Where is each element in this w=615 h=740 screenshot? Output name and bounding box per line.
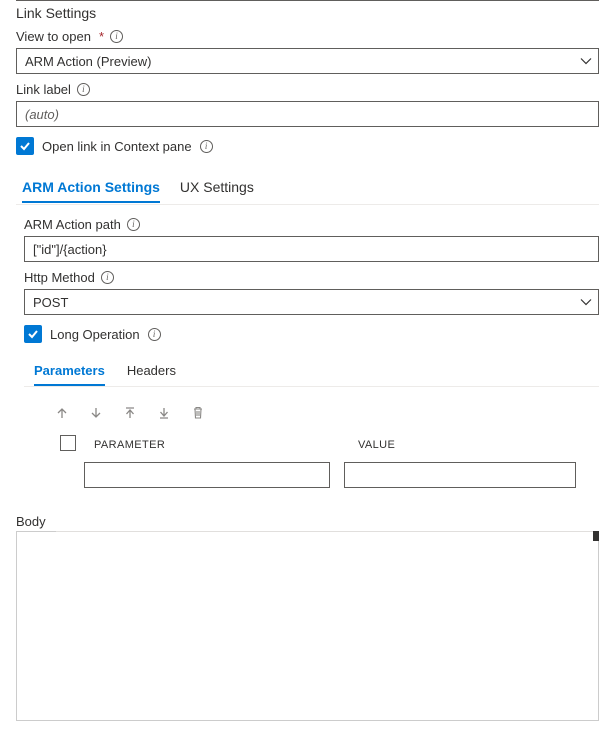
http-method-value[interactable]	[24, 289, 599, 315]
info-icon[interactable]: i	[101, 271, 114, 284]
open-context-checkbox[interactable]	[16, 137, 34, 155]
select-all-checkbox[interactable]	[60, 435, 76, 451]
move-bottom-icon[interactable]	[156, 405, 172, 421]
long-operation-checkbox[interactable]	[24, 325, 42, 343]
open-context-label: Open link in Context pane	[42, 139, 192, 154]
move-top-icon[interactable]	[122, 405, 138, 421]
column-header-parameter: PARAMETER	[94, 439, 344, 451]
arm-action-path-input[interactable]	[24, 236, 599, 262]
divider	[56, 531, 593, 532]
http-method-label: Http Method	[24, 270, 95, 285]
view-to-open-label: View to open	[16, 29, 91, 44]
arm-action-path-label: ARM Action path	[24, 217, 121, 232]
section-title: Link Settings	[16, 5, 599, 21]
subtab-headers[interactable]: Headers	[127, 357, 176, 386]
http-method-select[interactable]	[24, 289, 599, 315]
delete-icon[interactable]	[190, 405, 206, 421]
move-down-icon[interactable]	[88, 405, 104, 421]
table-row	[24, 462, 599, 488]
column-header-value: VALUE	[358, 439, 599, 451]
parameter-name-input[interactable]	[84, 462, 330, 488]
link-label-label: Link label	[16, 82, 71, 97]
required-asterisk: *	[99, 29, 104, 44]
tab-ux-settings[interactable]: UX Settings	[180, 173, 254, 203]
body-label: Body	[16, 514, 599, 529]
info-icon[interactable]: i	[110, 30, 123, 43]
move-up-icon[interactable]	[54, 405, 70, 421]
info-icon[interactable]: i	[200, 140, 213, 153]
tab-arm-action-settings[interactable]: ARM Action Settings	[22, 173, 160, 203]
view-to-open-value[interactable]	[16, 48, 599, 74]
link-label-input[interactable]	[16, 101, 599, 127]
view-to-open-select[interactable]	[16, 48, 599, 74]
parameter-value-input[interactable]	[344, 462, 576, 488]
info-icon[interactable]: i	[148, 328, 161, 341]
long-operation-label: Long Operation	[50, 327, 140, 342]
info-icon[interactable]: i	[77, 83, 90, 96]
scroll-indicator	[593, 531, 599, 541]
subtab-parameters[interactable]: Parameters	[34, 357, 105, 386]
info-icon[interactable]: i	[127, 218, 140, 231]
